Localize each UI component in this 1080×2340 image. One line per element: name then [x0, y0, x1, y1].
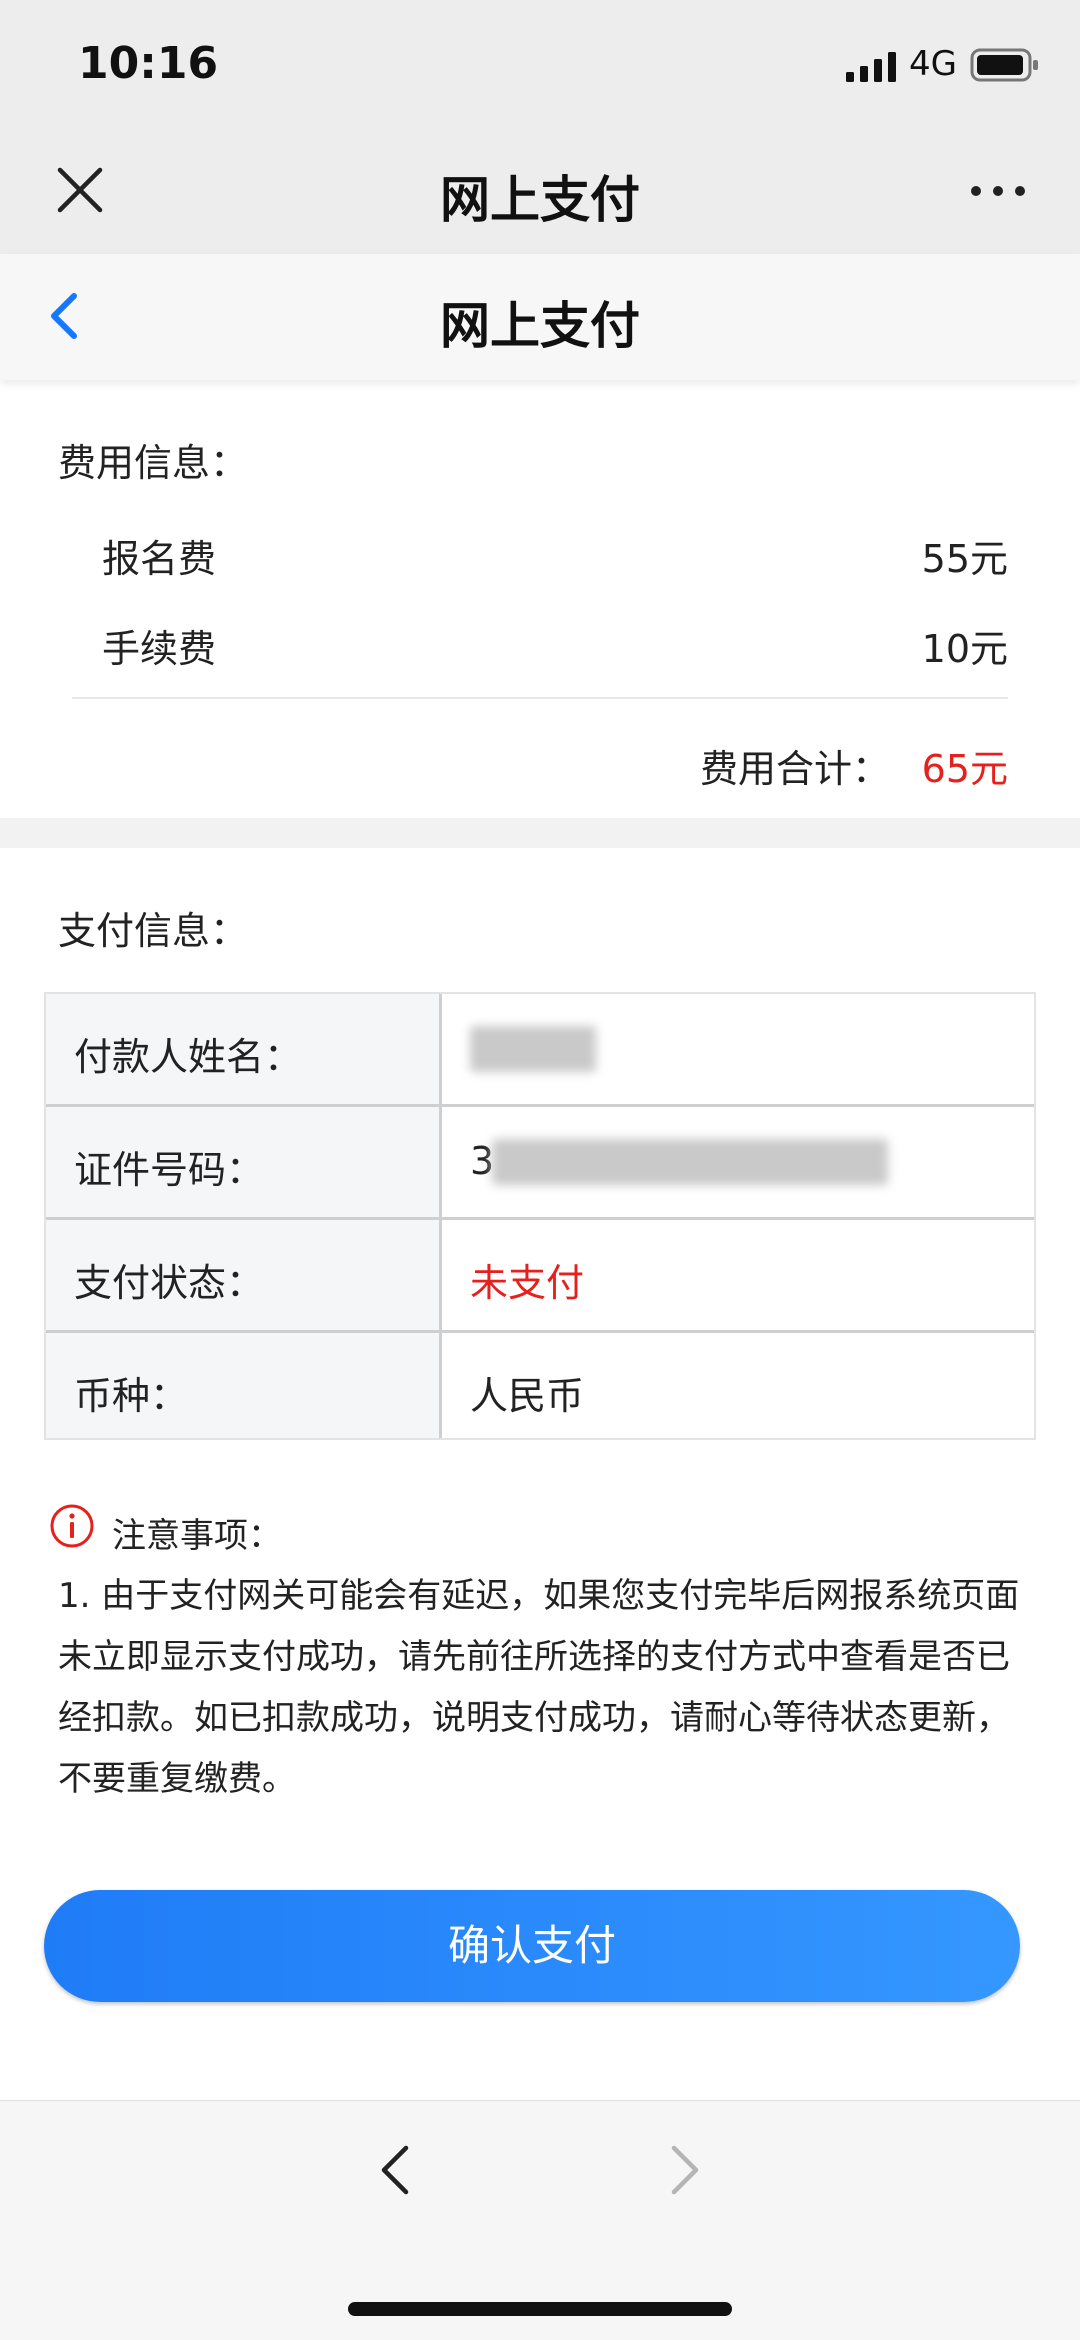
- nav-forward-icon[interactable]: [668, 2142, 702, 2198]
- fee-item-label: 报名费: [102, 537, 217, 581]
- info-icon: [50, 1504, 94, 1548]
- section-separator: [0, 818, 1080, 848]
- table-row-label: 付款人姓名：: [46, 994, 442, 1106]
- total-value: 65元: [921, 747, 1008, 791]
- table-row-label: 币种：: [46, 1333, 442, 1438]
- home-indicator: [348, 2302, 732, 2316]
- status-time: 10:16: [78, 38, 219, 89]
- notice-text: 1. 由于支付网关可能会有延迟，如果您支付完毕后网报系统页面未立即显示支付成功，…: [58, 1576, 1020, 1799]
- more-icon[interactable]: [968, 176, 1028, 206]
- payment-status-label: 支付状态：: [74, 1261, 265, 1305]
- confirm-payment-button[interactable]: 确认支付: [44, 1890, 1020, 2002]
- divider: [72, 697, 1008, 699]
- status-badge: 未支付: [470, 1261, 585, 1305]
- nav-title: 网上支付: [440, 171, 640, 229]
- id-number-value: 3: [442, 1107, 1034, 1219]
- payment-section-label: 支付信息：: [58, 909, 249, 953]
- network-type: 4G: [909, 44, 957, 84]
- fee-item-value: 55元: [921, 537, 1008, 581]
- payer-name-label: 付款人姓名：: [74, 1035, 303, 1079]
- nav-back-icon[interactable]: [378, 2142, 412, 2198]
- page-title: 网上支付: [440, 297, 640, 355]
- currency-value: 人民币: [470, 1374, 585, 1418]
- payment-info-table: 付款人姓名： 证件号码： 3 支付状态： 未支付 币种： 人民币: [44, 992, 1036, 1440]
- signal-icon: [846, 52, 896, 82]
- fee-section-label: 费用信息：: [58, 441, 249, 485]
- table-row-label: 证件号码：: [46, 1107, 442, 1219]
- payment-status-value: 未支付: [442, 1220, 1034, 1332]
- notice-title: 注意事项：: [112, 1516, 282, 1556]
- redacted-blur: [492, 1139, 888, 1185]
- fee-item-label: 手续费: [102, 627, 217, 671]
- id-number-label: 证件号码：: [74, 1148, 265, 1192]
- currency-label: 币种：: [74, 1374, 189, 1418]
- payer-name-value: [442, 994, 1034, 1106]
- table-row-label: 支付状态：: [46, 1220, 442, 1332]
- redacted-blur: [470, 1026, 596, 1072]
- battery-icon: [970, 48, 1038, 82]
- fee-item-value: 10元: [921, 627, 1008, 671]
